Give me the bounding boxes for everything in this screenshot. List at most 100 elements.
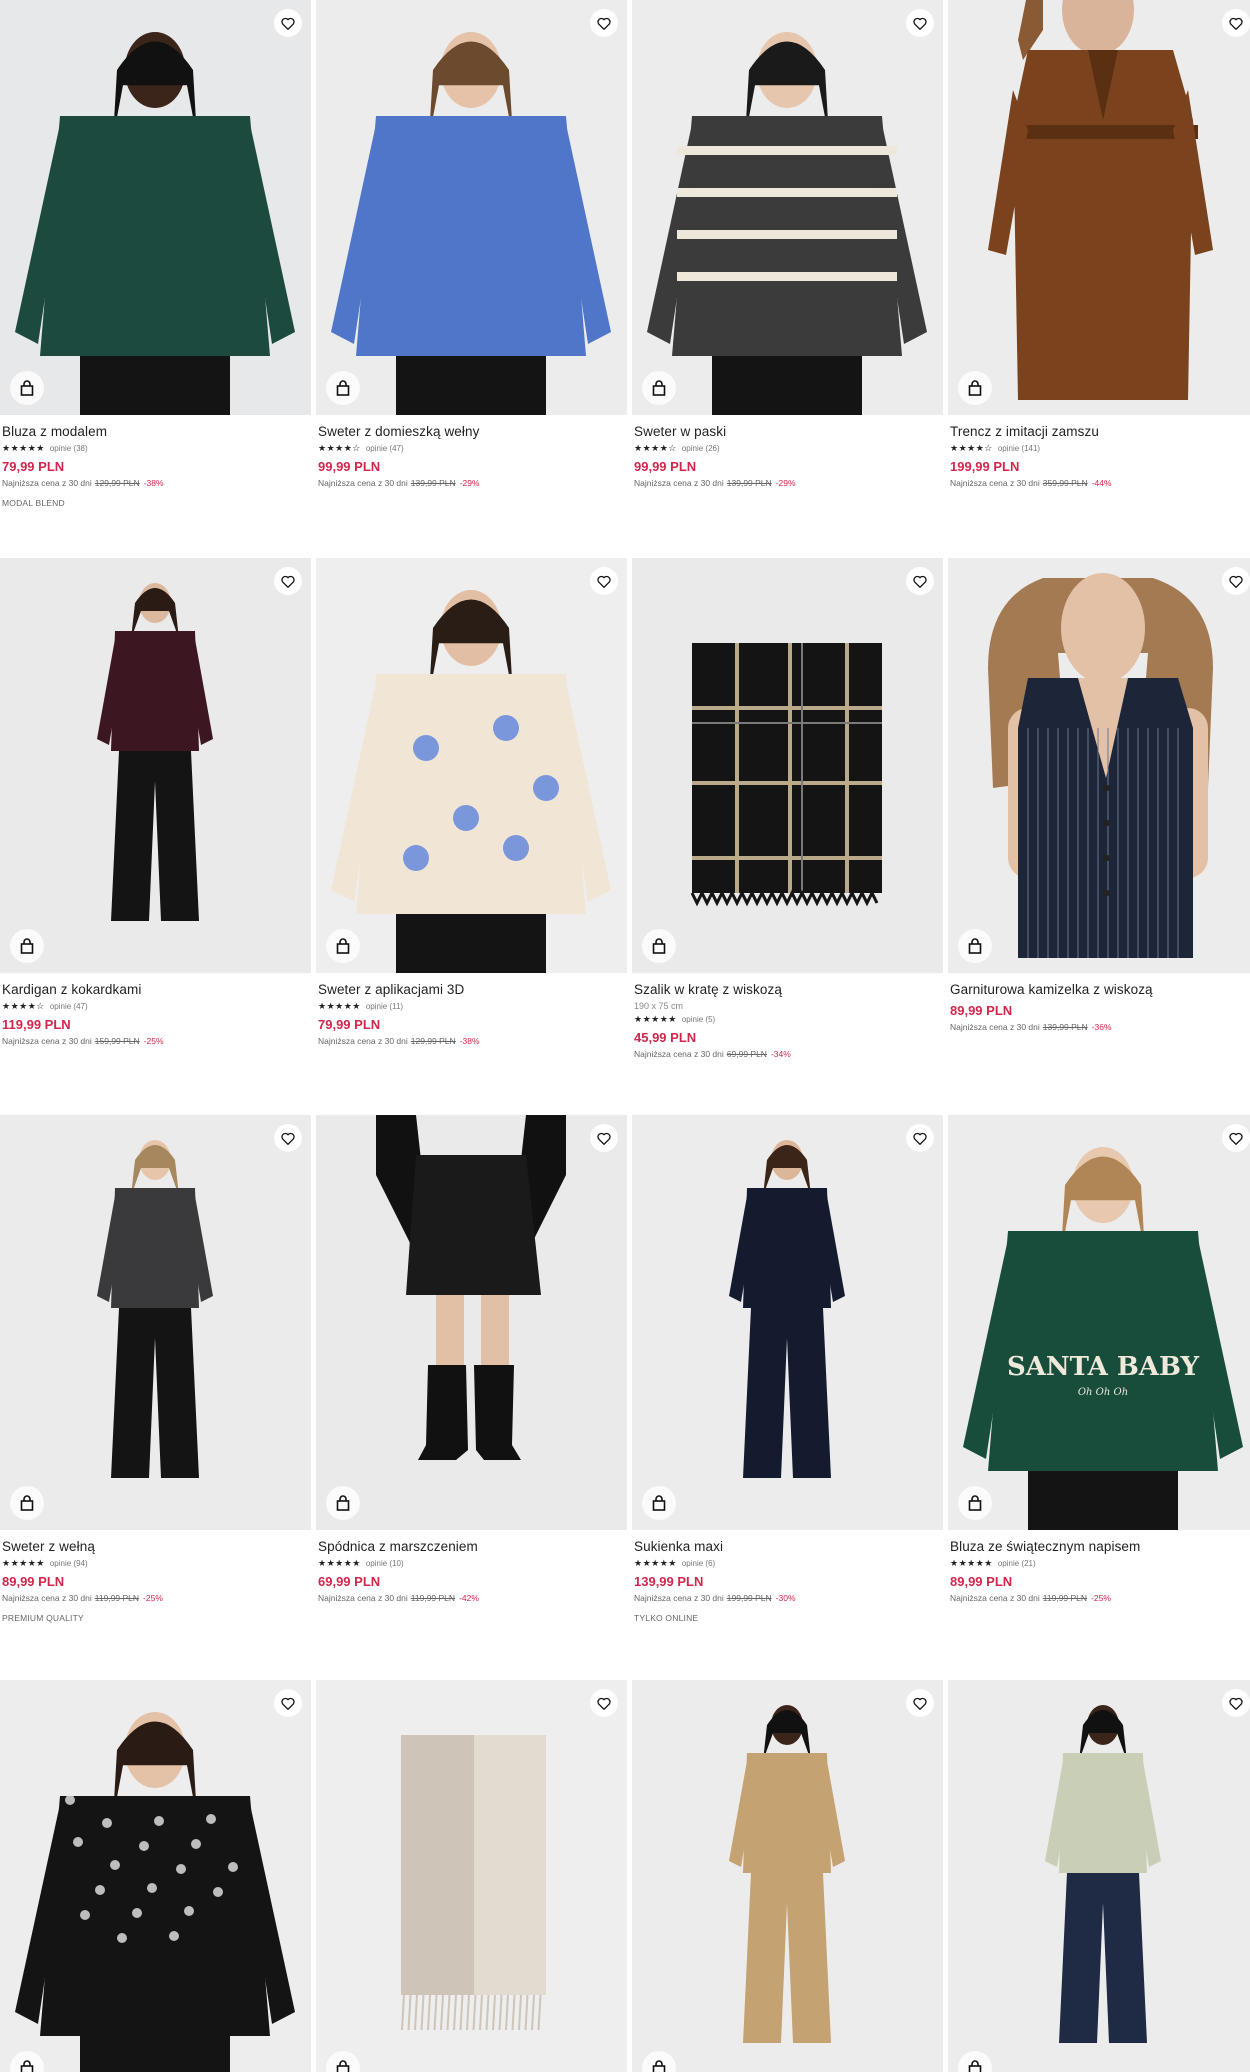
product-image[interactable] <box>316 558 627 973</box>
product-image[interactable]: SANTA BABY Oh Oh Oh <box>948 1115 1250 1530</box>
heart-icon[interactable] <box>274 1689 302 1717</box>
heart-icon[interactable] <box>1222 9 1250 37</box>
product-image[interactable] <box>632 1115 943 1530</box>
product-name[interactable]: Spódnica z marszczeniem <box>318 1538 625 1555</box>
product-image[interactable] <box>0 0 311 415</box>
product-image[interactable] <box>316 1115 627 1530</box>
old-price: 129,99 PLN <box>410 1036 456 1046</box>
heart-icon[interactable] <box>1222 1124 1250 1152</box>
product-price: 99,99 PLN <box>634 459 697 474</box>
bag-icon[interactable] <box>10 371 44 405</box>
product-card[interactable]: Kardigan z kokardkami ★★★★☆ opinie (47) 1… <box>0 558 311 1046</box>
heart-icon[interactable] <box>590 1124 618 1152</box>
product-info: Sweter z domieszką wełny ★★★★☆ opinie (4… <box>316 415 627 488</box>
heart-icon[interactable] <box>906 1689 934 1717</box>
product-name[interactable]: Bluza z modalem <box>2 423 309 440</box>
discount-badge: -25% <box>143 1593 163 1603</box>
product-name[interactable]: Sweter z wełną <box>2 1538 309 1555</box>
product-card[interactable]: Trencz z imitacji zamszu ★★★★☆ opinie (1… <box>948 0 1250 488</box>
product-card[interactable]: Bluza z modalem ★★★★★ opinie (38) 79,99 P… <box>0 0 311 508</box>
heart-icon[interactable] <box>1222 1689 1250 1717</box>
product-card[interactable]: SANTA BABY Oh Oh Oh Bluza ze świątecznym… <box>948 1115 1250 1603</box>
product-card[interactable]: Sweter z aplikacjami 3D ★★★★★ opinie (11… <box>316 558 627 1046</box>
bag-icon[interactable] <box>642 1486 676 1520</box>
heart-icon[interactable] <box>906 567 934 595</box>
product-name[interactable]: Sukienka maxi <box>634 1538 941 1555</box>
product-name[interactable]: Szalik w kratę z wiskozą <box>634 981 941 998</box>
rating-stars: ★★★★★ <box>318 1001 361 1011</box>
old-price: 159,99 PLN <box>94 1036 140 1046</box>
bag-icon[interactable] <box>10 929 44 963</box>
product-name[interactable]: Sweter z domieszką wełny <box>318 423 625 440</box>
lowest-price-label: Najniższa cena z 30 dni <box>2 1593 92 1603</box>
product-card[interactable]: Spódnica z marszczeniem ★★★★★ opinie (10… <box>316 1115 627 1603</box>
product-dimensions: 190 x 75 cm <box>634 1001 684 1011</box>
product-image[interactable] <box>948 0 1250 415</box>
product-photo <box>316 0 627 415</box>
product-name[interactable]: Kardigan z kokardkami <box>2 981 309 998</box>
product-card[interactable]: Sweter z domieszką wełny ★★★★☆ opinie (4… <box>316 0 627 488</box>
product-name[interactable]: Sweter z aplikacjami 3D <box>318 981 625 998</box>
product-image[interactable] <box>0 558 311 973</box>
product-rating: ★★★★★ opinie (10) <box>318 1558 625 1569</box>
product-card[interactable] <box>0 1680 311 2072</box>
bag-icon[interactable] <box>326 929 360 963</box>
product-card[interactable]: Sukienka maxi ★★★★★ opinie (6) 139,99 PLN… <box>632 1115 943 1623</box>
product-rating: ★★★★★ opinie (94) <box>2 1558 309 1569</box>
heart-icon[interactable] <box>1222 567 1250 595</box>
heart-icon[interactable] <box>906 1124 934 1152</box>
product-card[interactable]: Szalik w kratę z wiskozą 190 x 75 cm ★★★★… <box>632 558 943 1059</box>
product-price: 89,99 PLN <box>950 1003 1013 1018</box>
heart-icon[interactable] <box>590 9 618 37</box>
product-image[interactable] <box>0 1680 311 2072</box>
product-photo <box>948 0 1250 415</box>
product-image[interactable] <box>948 1680 1250 2072</box>
product-price: 89,99 PLN <box>950 1574 1013 1589</box>
bag-icon[interactable] <box>642 371 676 405</box>
product-image[interactable] <box>632 558 943 973</box>
rating-stars: ★★★★★ <box>634 1558 677 1568</box>
product-tag: MODAL BLEND <box>2 498 65 508</box>
product-card[interactable] <box>316 1680 627 2072</box>
product-image[interactable] <box>948 558 1250 973</box>
old-price: 119,99 PLN <box>94 1593 140 1603</box>
product-name[interactable]: Sweter w paski <box>634 423 941 440</box>
heart-icon[interactable] <box>274 1124 302 1152</box>
product-card[interactable] <box>632 1680 943 2072</box>
product-name[interactable]: Trencz z imitacji zamszu <box>950 423 1250 440</box>
product-info: Sweter z aplikacjami 3D ★★★★★ opinie (11… <box>316 973 627 1046</box>
product-price: 139,99 PLN <box>634 1574 704 1589</box>
discount-badge: -25% <box>143 1036 164 1046</box>
product-photo <box>632 1115 943 1530</box>
lowest-price-note: Najniższa cena z 30 dni 139,99 PLN -29% <box>634 478 941 488</box>
bag-icon[interactable] <box>326 371 360 405</box>
lowest-price-label: Najniższa cena z 30 dni <box>2 1036 92 1046</box>
product-image[interactable] <box>632 1680 943 2072</box>
heart-icon[interactable] <box>274 9 302 37</box>
lowest-price-note: Najniższa cena z 30 dni 139,99 PLN -29% <box>318 478 625 488</box>
product-image[interactable] <box>316 1680 627 2072</box>
bag-icon[interactable] <box>326 1486 360 1520</box>
product-card[interactable] <box>948 1680 1250 2072</box>
old-price: 119,99 PLN <box>410 1593 456 1603</box>
product-card[interactable]: Garniturowa kamizelka z wiskozą 89,99 PLN… <box>948 558 1250 1032</box>
product-image[interactable] <box>632 0 943 415</box>
bag-icon[interactable] <box>958 1486 992 1520</box>
product-card[interactable]: Sweter w paski ★★★★☆ opinie (26) 99,99 PL… <box>632 0 943 488</box>
bag-icon[interactable] <box>642 929 676 963</box>
bag-icon[interactable] <box>958 929 992 963</box>
product-card[interactable]: Sweter z wełną ★★★★★ opinie (94) 89,99 PL… <box>0 1115 311 1623</box>
bag-icon[interactable] <box>10 1486 44 1520</box>
product-image[interactable] <box>316 0 627 415</box>
bag-icon[interactable] <box>958 371 992 405</box>
product-name[interactable]: Bluza ze świątecznym napisem <box>950 1538 1250 1555</box>
heart-icon[interactable] <box>274 567 302 595</box>
heart-icon[interactable] <box>906 9 934 37</box>
product-rating: ★★★★★ opinie (5) <box>634 1014 941 1025</box>
product-name[interactable]: Garniturowa kamizelka z wiskozą <box>950 981 1250 998</box>
product-image[interactable] <box>0 1115 311 1530</box>
heart-icon[interactable] <box>590 1689 618 1717</box>
heart-icon[interactable] <box>590 567 618 595</box>
old-price: 139,99 PLN <box>726 478 772 488</box>
product-photo <box>948 1680 1250 2072</box>
